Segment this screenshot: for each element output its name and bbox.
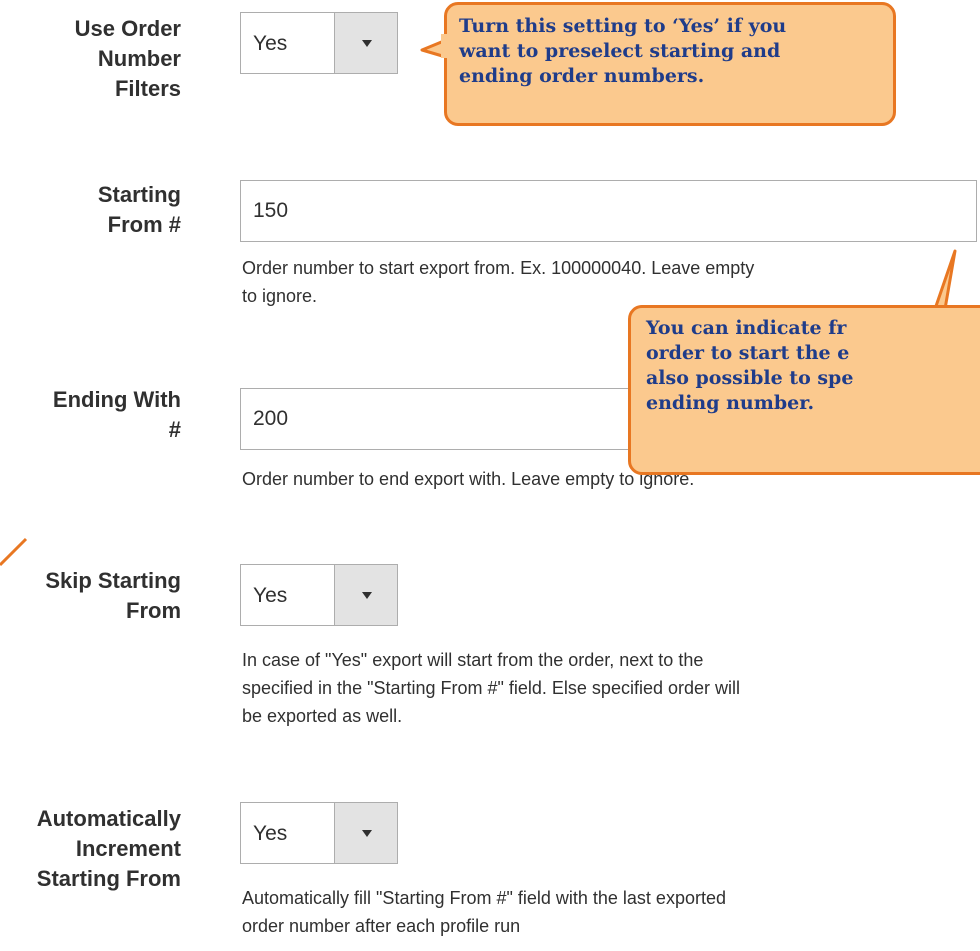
label-use-order-number-filters: Use Order Number Filters xyxy=(0,14,181,104)
skip-starting-from-select[interactable]: Yes xyxy=(240,564,398,626)
note-line: Order number to start export from. Ex. 1… xyxy=(242,258,755,278)
starting-from-input[interactable]: 150 xyxy=(240,180,977,242)
label-starting-from: Starting From # xyxy=(0,180,181,240)
callout-line: ending order numbers. xyxy=(459,65,705,87)
use-order-number-filters-select[interactable]: Yes xyxy=(240,12,398,74)
dropdown-toggle[interactable] xyxy=(334,13,397,73)
chevron-down-icon xyxy=(362,40,372,47)
note-line: In case of "Yes" export will start from … xyxy=(242,650,704,670)
label-line: Increment xyxy=(75,836,181,861)
callout-line: ending number. xyxy=(646,392,815,414)
starting-from-note: Order number to start export from. Ex. 1… xyxy=(242,254,962,310)
chevron-down-icon xyxy=(362,592,372,599)
label-line: From # xyxy=(107,212,181,237)
callout-start-end-hint: You can indicate fr order to start the e… xyxy=(628,305,980,475)
input-value: 150 xyxy=(253,199,289,222)
label-line: Ending With xyxy=(52,387,181,412)
label-line: Automatically xyxy=(36,806,181,831)
select-value: Yes xyxy=(253,584,288,607)
dropdown-toggle[interactable] xyxy=(334,565,397,625)
auto-increment-select[interactable]: Yes xyxy=(240,802,398,864)
auto-increment-note: Automatically fill "Starting From #" fie… xyxy=(242,884,962,940)
note-line: order number after each profile run xyxy=(242,916,521,936)
note-line: specified in the "Starting From #" field… xyxy=(242,678,740,698)
callout-pointer xyxy=(0,537,28,567)
label-ending-with: Ending With # xyxy=(0,385,181,445)
note-line: be exported as well. xyxy=(242,706,403,726)
callout-line: want to preselect starting and xyxy=(459,40,781,62)
note-line: Automatically fill "Starting From #" fie… xyxy=(242,888,726,908)
label-line: Skip Starting xyxy=(45,568,181,593)
callout-use-filters-hint: Turn this setting to ‘Yes’ if you want t… xyxy=(444,2,896,126)
ending-with-input[interactable]: 200 xyxy=(240,388,640,450)
callout-line: Turn this setting to ‘Yes’ if you xyxy=(459,15,787,37)
label-line: From xyxy=(126,598,181,623)
skip-starting-from-note: In case of "Yes" export will start from … xyxy=(242,646,962,730)
callout-line: order to start the e xyxy=(646,342,850,364)
label-line: Number xyxy=(97,46,181,71)
dropdown-toggle[interactable] xyxy=(334,803,397,863)
label-line: Starting From xyxy=(36,866,181,891)
label-line: Filters xyxy=(114,76,181,101)
select-value: Yes xyxy=(253,822,288,845)
label-skip-starting-from: Skip Starting From xyxy=(0,566,181,626)
label-line: # xyxy=(168,417,181,442)
label-auto-increment: Automatically Increment Starting From xyxy=(0,804,181,894)
label-line: Starting xyxy=(97,182,181,207)
chevron-down-icon xyxy=(362,830,372,837)
select-value: Yes xyxy=(253,32,288,55)
input-value: 200 xyxy=(253,407,289,430)
callout-line: also possible to spe xyxy=(646,367,854,389)
callout-line: You can indicate fr xyxy=(646,317,847,339)
label-line: Use Order xyxy=(74,16,181,41)
